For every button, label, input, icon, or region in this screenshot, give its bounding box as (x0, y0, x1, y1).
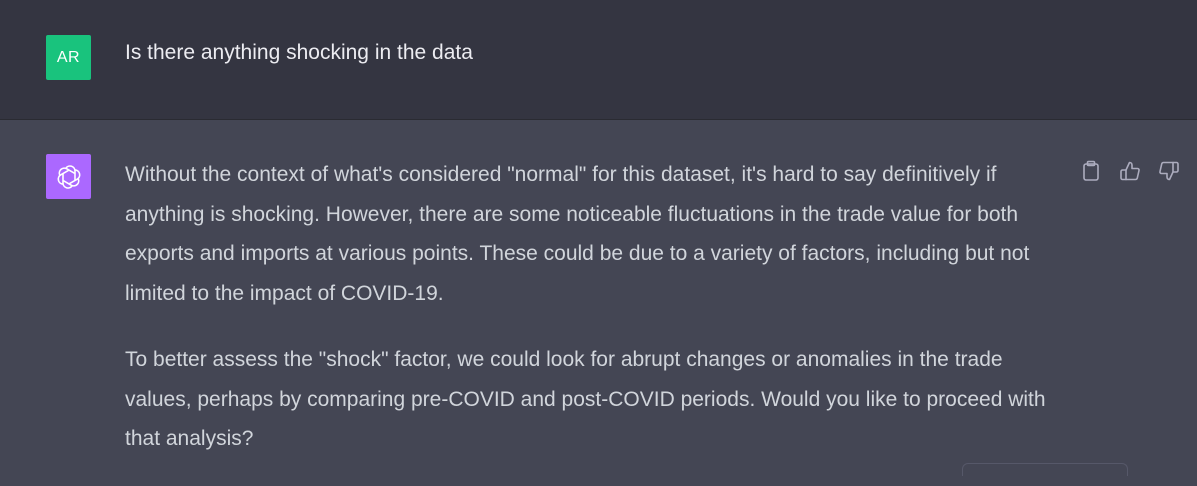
thumbs-up-button[interactable] (1117, 158, 1142, 183)
thumbs-down-icon (1158, 161, 1179, 180)
user-avatar: AR (46, 35, 91, 80)
assistant-paragraph-2: To better assess the "shock" factor, we … (125, 348, 1046, 450)
user-message-text: Is there anything shocking in the data (125, 41, 473, 64)
assistant-message-text: Without the context of what's considered… (125, 155, 1065, 486)
user-message-row: AR Is there anything shocking in the dat… (0, 0, 1197, 120)
copy-button[interactable] (1078, 158, 1103, 183)
thumbs-up-icon (1119, 161, 1140, 180)
partial-button-outline[interactable] (962, 463, 1128, 476)
copy-icon (1082, 160, 1099, 181)
openai-logo-icon (57, 164, 80, 189)
assistant-avatar (46, 154, 91, 199)
assistant-paragraph-1: Without the context of what's considered… (125, 163, 1030, 305)
assistant-message-row: Without the context of what's considered… (0, 120, 1197, 476)
thumbs-down-button[interactable] (1156, 158, 1181, 183)
message-actions (1078, 158, 1181, 183)
